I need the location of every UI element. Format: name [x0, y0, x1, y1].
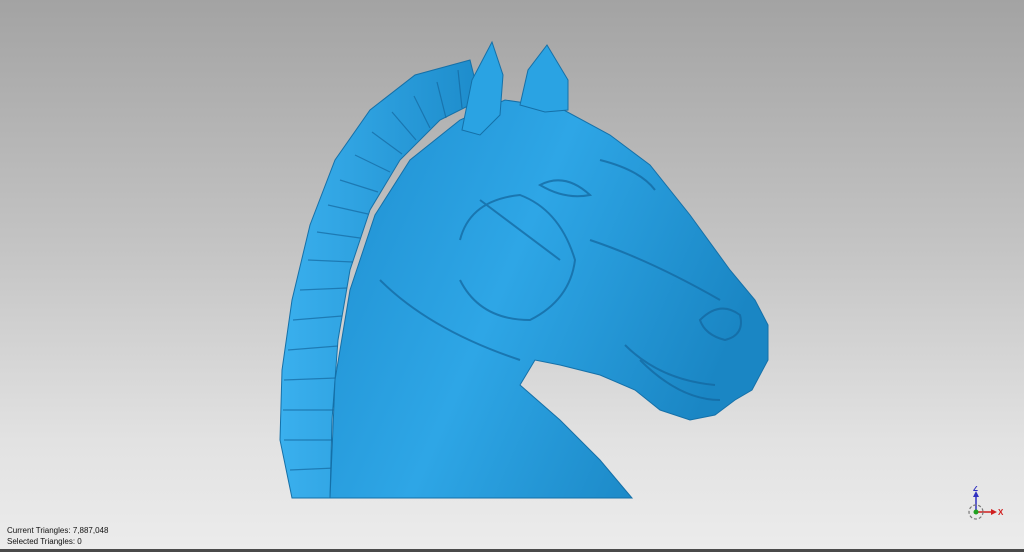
y-axis-dot: [973, 509, 979, 515]
status-overlay: Current Triangles: 7,887,048 Selected Tr…: [7, 525, 108, 547]
current-triangles-line: Current Triangles: 7,887,048: [7, 525, 108, 536]
selected-triangles-value: 0: [77, 537, 82, 546]
3d-viewport[interactable]: Z X Current Triangles: 7,887,048 Selecte…: [0, 0, 1024, 552]
z-axis-label: Z: [973, 486, 978, 493]
selected-triangles-line: Selected Triangles: 0: [7, 536, 108, 547]
selected-triangles-label: Selected Triangles:: [7, 537, 76, 546]
current-triangles-value: 7,887,048: [72, 526, 109, 535]
current-triangles-label: Current Triangles:: [7, 526, 71, 535]
x-axis-arrow: [991, 509, 997, 515]
right-ear: [519, 44, 569, 113]
horse-head-model[interactable]: [0, 0, 1024, 552]
x-axis-label: X: [998, 508, 1004, 517]
axis-triad[interactable]: Z X: [956, 486, 1006, 526]
